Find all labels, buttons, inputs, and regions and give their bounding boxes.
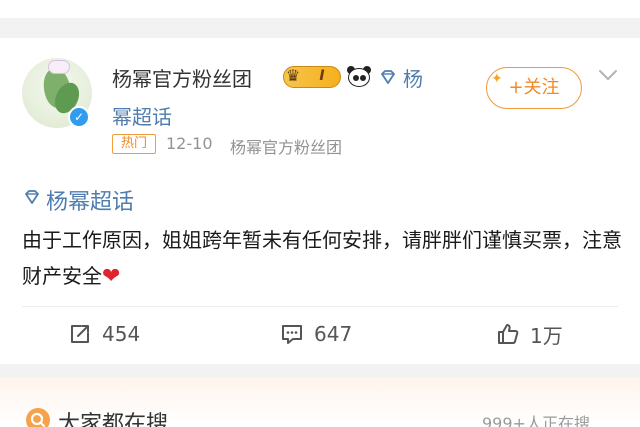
post-text: 由于工作原因，姐姐跨年暂未有任何安排，请胖胖们谨慎买票，注意财产安全❤: [22, 222, 622, 295]
divider: [22, 306, 618, 307]
like-count: 1万: [530, 323, 563, 348]
verified-icon: ✓: [68, 106, 90, 128]
supertopic-link[interactable]: 杨: [403, 63, 423, 92]
hot-tag: 热门: [112, 134, 156, 154]
hot-search-count: 999+人正在搜: [482, 414, 590, 427]
repost-icon: [71, 325, 89, 343]
fan-level-badge[interactable]: ♛ I: [283, 66, 341, 88]
post-time: 12-10: [166, 134, 213, 153]
search-icon: [26, 408, 50, 427]
action-bar: 454 647 1万: [0, 314, 640, 354]
heart-icon: ❤: [102, 264, 121, 289]
weibo-post-card: ✓ 杨幂官方粉丝团 ♛ I 杨 幂超话 ✦ +关注 热门 12-10 杨幂官方粉…: [0, 38, 640, 364]
diamond-icon: [381, 70, 395, 84]
comment-count: 647: [314, 322, 353, 346]
hot-search-heading: 大家都在搜: [58, 412, 169, 427]
post-source[interactable]: 杨幂官方粉丝团: [230, 134, 342, 158]
follow-button[interactable]: ✦ +关注: [486, 67, 582, 109]
panda-icon: [346, 65, 372, 89]
top-gap: [0, 0, 640, 38]
repost-count: 454: [102, 322, 141, 346]
supertopic-link-continued[interactable]: 幂超话: [112, 101, 172, 130]
fan-level-label: I: [319, 68, 325, 84]
sparkle-icon: ✦: [491, 71, 503, 87]
topic-diamond-icon: [25, 190, 39, 204]
follow-label: +关注: [508, 77, 560, 98]
topic-tag[interactable]: 杨幂超话: [46, 184, 134, 216]
comment-icon: [282, 325, 302, 344]
like-button[interactable]: 1万: [496, 320, 563, 348]
chevron-down-icon[interactable]: [598, 68, 618, 82]
comment-button[interactable]: 647: [280, 320, 352, 348]
hot-search-card[interactable]: 大家都在搜 999+人正在搜: [0, 378, 640, 427]
avatar-cat-graphic: [48, 60, 70, 74]
previous-card-edge: [0, 0, 640, 18]
username[interactable]: 杨幂官方粉丝团: [112, 63, 252, 92]
repost-button[interactable]: 454: [68, 320, 140, 348]
thumbs-up-icon: [498, 324, 519, 344]
crown-icon: ♛: [285, 66, 301, 85]
